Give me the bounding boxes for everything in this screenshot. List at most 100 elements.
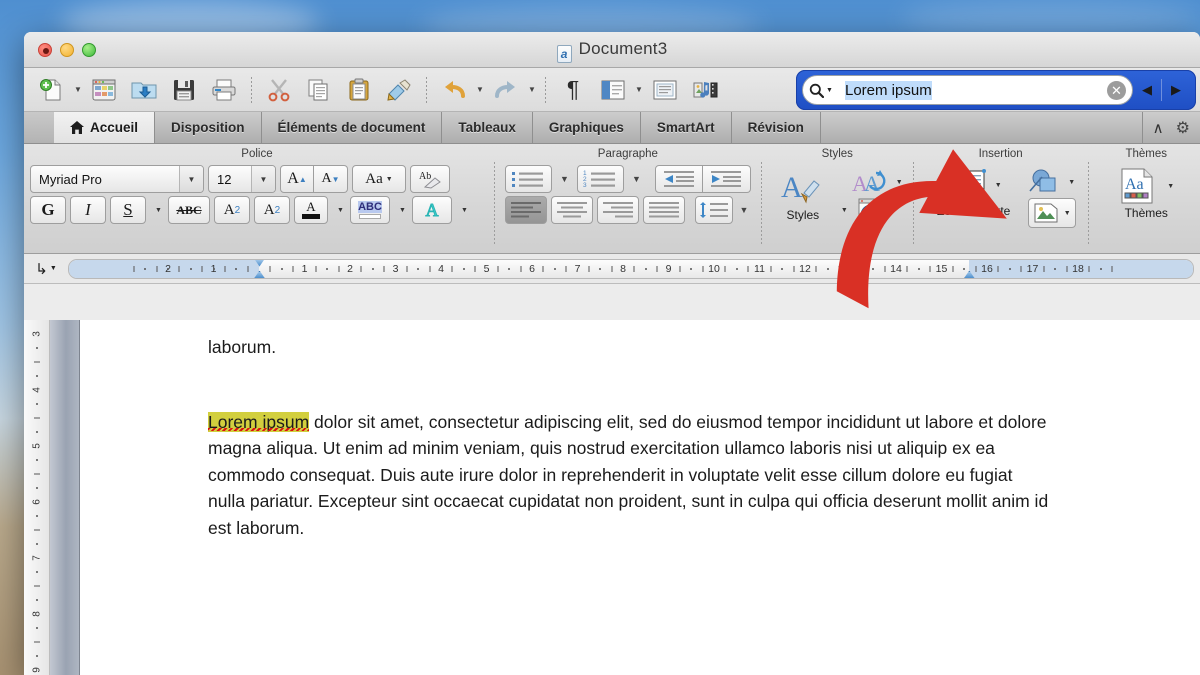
- style-gallery-dropdown-icon[interactable]: ▼: [896, 179, 903, 186]
- search-clear-icon[interactable]: ✕: [1107, 80, 1126, 100]
- ruler-dot: [189, 267, 192, 270]
- ruler-dot: [1008, 267, 1011, 270]
- bulleted-list-dropdown-icon[interactable]: ▼: [556, 165, 573, 193]
- align-right-button[interactable]: [596, 196, 639, 224]
- numbered-list-button[interactable]: 123: [576, 165, 624, 193]
- search-text[interactable]: Lorem ipsum: [835, 80, 1107, 100]
- copy-button[interactable]: [299, 71, 339, 109]
- collapse-ribbon-icon[interactable]: ∧: [1153, 119, 1164, 137]
- font-name-combo[interactable]: Myriad Pro ▼: [30, 165, 204, 193]
- font-color-button[interactable]: A: [294, 196, 328, 224]
- home-icon: [70, 121, 84, 134]
- redo-dropdown[interactable]: ▼: [526, 71, 538, 109]
- search-next-button[interactable]: ▶: [1162, 76, 1190, 104]
- cut-button[interactable]: [259, 71, 299, 109]
- vertical-ruler-tick: [35, 655, 38, 657]
- spellcheck-squiggle: [208, 427, 310, 431]
- font-size-combo[interactable]: 12 ▼: [208, 165, 276, 193]
- highlight-dropdown-icon[interactable]: ▼: [394, 196, 408, 224]
- themes-button[interactable]: Aa ▼ Thèmes: [1101, 167, 1191, 220]
- italic-button[interactable]: I: [70, 196, 106, 224]
- ruler-tick: [702, 265, 704, 272]
- word-application-window: a Document3 ▼ ▼ ▼ ¶ ▼ ▼ Lorem ipsum ✕ ◀ …: [24, 32, 1200, 675]
- show-formatting-marks-button[interactable]: ¶: [553, 71, 593, 109]
- vertical-ruler-tick: [35, 431, 38, 433]
- bulleted-list-button[interactable]: [504, 165, 552, 193]
- line-spacing-dropdown-icon[interactable]: ▼: [737, 196, 751, 224]
- ruler-tick: [861, 265, 863, 272]
- save-button[interactable]: [164, 71, 204, 109]
- align-left-button[interactable]: [504, 196, 547, 224]
- new-document-button[interactable]: [32, 71, 72, 109]
- text-box-button[interactable]: A ▼ Zone de texte: [924, 167, 1024, 253]
- picture-button[interactable]: ▼: [1027, 198, 1076, 228]
- superscript-button[interactable]: A2: [214, 196, 250, 224]
- paste-button[interactable]: [339, 71, 379, 109]
- shrink-font-button[interactable]: A ▼: [314, 165, 348, 193]
- align-justify-button[interactable]: [642, 196, 685, 224]
- font-name-dropdown-icon[interactable]: ▼: [179, 166, 203, 192]
- increase-indent-button[interactable]: [702, 165, 751, 193]
- open-folder-button[interactable]: [124, 71, 164, 109]
- zoom-view-button[interactable]: [645, 71, 685, 109]
- ribbon-settings-gear-icon[interactable]: ⚙: [1176, 118, 1190, 138]
- ribbon-group-divider-4: [1087, 162, 1089, 245]
- styles-button[interactable]: A Styles: [772, 167, 834, 253]
- open-gallery-button[interactable]: [84, 71, 124, 109]
- tab-accueil[interactable]: Accueil: [54, 112, 156, 143]
- vertical-ruler[interactable]: 3 4 5 6 7 8 9: [24, 320, 50, 675]
- search-input[interactable]: ▼ Lorem ipsum ✕: [802, 75, 1133, 105]
- tab-stop-selector[interactable]: ↳ ▼: [24, 260, 68, 278]
- styles-dropdown-icon[interactable]: ▼: [841, 207, 848, 214]
- ruler-tick: [611, 265, 613, 272]
- align-center-button[interactable]: [550, 196, 593, 224]
- tab-revision-label: Révision: [747, 120, 804, 135]
- ruler-dot: [963, 267, 966, 270]
- shapes-dropdown-icon[interactable]: ▼: [1068, 179, 1075, 186]
- new-document-dropdown[interactable]: ▼: [72, 71, 84, 109]
- format-painter-button[interactable]: [379, 71, 419, 109]
- ruler-dot: [326, 267, 329, 270]
- highlight-button[interactable]: ABC: [350, 196, 390, 224]
- picture-dropdown-icon[interactable]: ▼: [1064, 210, 1071, 217]
- clear-formatting-button[interactable]: Ab: [410, 165, 450, 193]
- search-icon[interactable]: ▼: [809, 83, 835, 98]
- document-page[interactable]: laborum. Lorem ipsum dolor sit amet, con…: [80, 320, 1200, 675]
- underline-dropdown-icon[interactable]: ▼: [150, 196, 164, 224]
- font-color-dropdown-icon[interactable]: ▼: [332, 196, 346, 224]
- window-title: a Document3: [24, 39, 1200, 63]
- text-effects-button[interactable]: A: [412, 196, 452, 224]
- text-box-dropdown-icon[interactable]: ▼: [995, 182, 1002, 189]
- underline-button[interactable]: S: [110, 196, 146, 224]
- line-spacing-button[interactable]: [694, 196, 733, 224]
- tab-elements-de-document[interactable]: Éléments de document: [261, 112, 443, 143]
- redo-button[interactable]: [486, 71, 526, 109]
- font-size-dropdown-icon[interactable]: ▼: [251, 166, 275, 192]
- tab-smartart[interactable]: SmartArt: [640, 112, 732, 143]
- change-case-button[interactable]: Aa ▼: [352, 165, 406, 193]
- strikethrough-button[interactable]: ABC: [168, 196, 210, 224]
- search-prev-button[interactable]: ◀: [1133, 76, 1161, 104]
- tab-tableaux[interactable]: Tableaux: [442, 112, 533, 143]
- window-title-bar: a Document3: [24, 32, 1200, 68]
- undo-dropdown[interactable]: ▼: [474, 71, 486, 109]
- print-button[interactable]: [204, 71, 244, 109]
- tab-disposition[interactable]: Disposition: [155, 112, 262, 143]
- numbered-list-dropdown-icon[interactable]: ▼: [628, 165, 645, 193]
- sidebar-pane-dropdown[interactable]: ▼: [633, 71, 645, 109]
- search-field-container[interactable]: ▼ Lorem ipsum ✕ ◀ ▶: [796, 70, 1196, 110]
- subscript-button[interactable]: A2: [254, 196, 290, 224]
- media-browser-button[interactable]: [685, 71, 725, 109]
- sidebar-pane-button[interactable]: [593, 71, 633, 109]
- themes-icon: Aa: [1121, 168, 1153, 204]
- tab-graphiques[interactable]: Graphiques: [532, 112, 641, 143]
- grow-font-button[interactable]: A ▲: [280, 165, 314, 193]
- bold-button[interactable]: G: [30, 196, 66, 224]
- document-text[interactable]: laborum. Lorem ipsum dolor sit amet, con…: [208, 334, 1050, 541]
- horizontal-ruler[interactable]: 21123456789101112131415161718: [68, 258, 1194, 279]
- themes-dropdown-icon[interactable]: ▼: [1167, 183, 1174, 190]
- text-effects-dropdown-icon[interactable]: ▼: [456, 196, 470, 224]
- undo-button[interactable]: [434, 71, 474, 109]
- decrease-indent-button[interactable]: [654, 165, 703, 193]
- tab-revision[interactable]: Révision: [731, 112, 821, 143]
